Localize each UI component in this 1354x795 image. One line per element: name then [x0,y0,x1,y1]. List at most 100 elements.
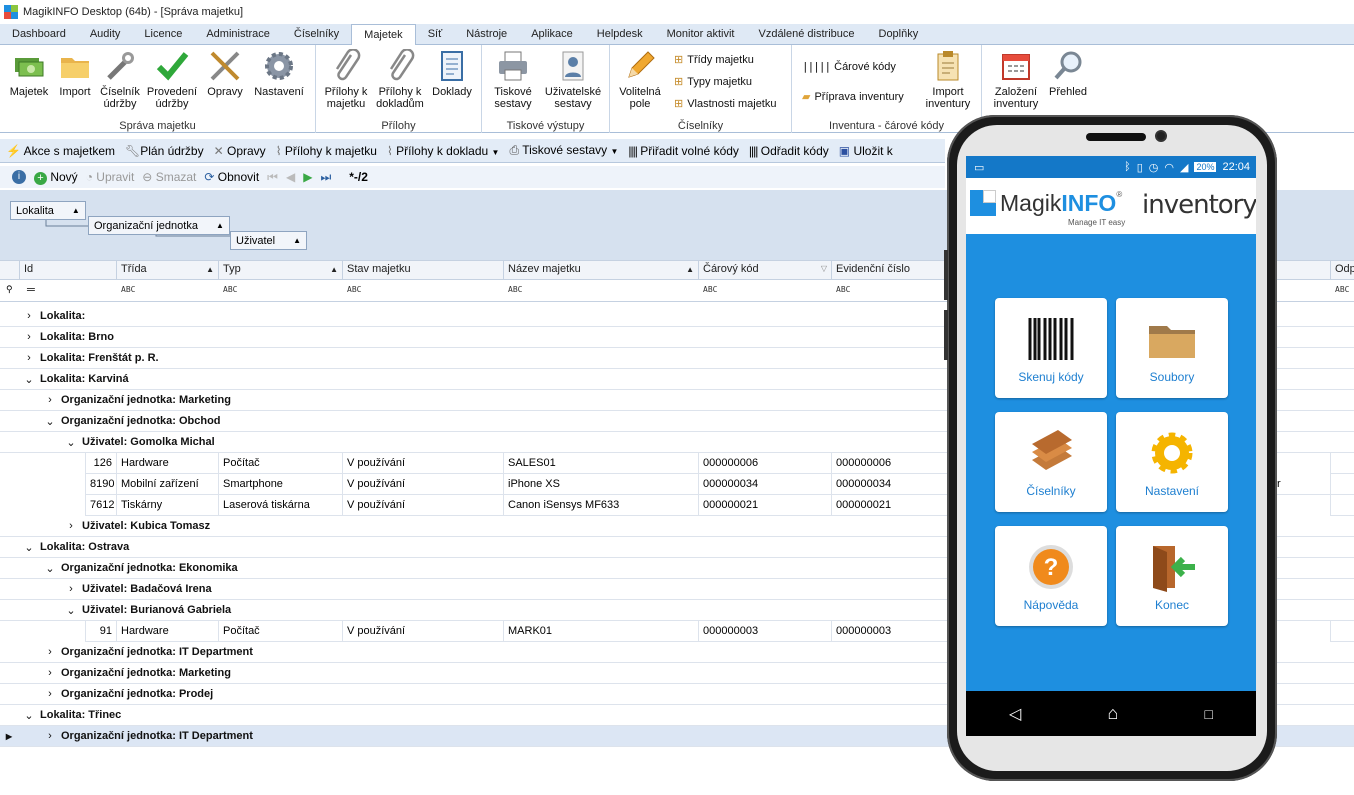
volitelna-pole-button[interactable]: Volitelná pole [616,49,664,110]
last-record-button[interactable]: ⏭ [320,170,331,185]
tab-licence[interactable]: Licence [132,24,194,45]
expand-icon[interactable]: › [43,688,57,700]
priprava-inventury-button[interactable]: ▰ Příprava inventury [802,90,904,104]
collapse-icon[interactable]: ⌄ [64,436,78,449]
filter-typ[interactable]: ABC [223,285,237,294]
new-button[interactable]: + Nový [34,170,78,185]
odradit-kody-button[interactable]: |||| Odřadit kódy [749,144,829,158]
column-header-nazev[interactable]: Název majetku ▲ [503,261,698,280]
tab-monitor-aktivit[interactable]: Monitor aktivit [655,24,747,45]
opravy-toolbar-button[interactable]: ✕ Opravy [214,144,266,158]
recent-apps-icon[interactable]: □ [1204,706,1212,722]
carove-kody-button[interactable]: ||||| Čárové kódy [802,60,896,73]
column-header-stav[interactable]: Stav majetku [342,261,503,280]
info-icon[interactable]: i [12,170,26,184]
tab-aplikace[interactable]: Aplikace [519,24,585,45]
group-chip-uzivatel[interactable]: Uživatel ▲ [230,231,308,250]
vlastnosti-majetku-button[interactable]: ⊞ Vlastnosti majetku [674,97,776,111]
collapse-icon[interactable]: ⌄ [64,604,78,617]
column-header-odp[interactable]: Odp [1330,261,1354,280]
opravy-button[interactable]: Opravy [203,49,247,98]
tab-ciselniky[interactable]: Číselníky [282,24,351,45]
uzivatelske-sestavy-button[interactable]: Uživatelské sestavy [542,49,604,110]
prilohy-k-dokladum-button[interactable]: Přílohy k dokladům [374,48,426,110]
prev-record-button[interactable]: ◀ [286,170,295,184]
filter-id[interactable]: ═ [27,284,35,296]
prehled-button[interactable]: Přehled [1046,49,1090,98]
filter-carovy-kod[interactable]: ABC [703,285,717,294]
tile-skenuj-kody[interactable]: Skenuj kódy [995,298,1107,398]
ciselnik-udrzby-button[interactable]: Číselník údržby [97,49,143,110]
plan-udrzby-button[interactable]: 🔧︎Plán údržby [125,144,204,158]
column-header-carovy-kod[interactable]: Čárový kód ▽ [698,261,831,280]
edit-button[interactable]: ◔ Upravit [86,170,135,184]
tile-nastaveni[interactable]: Nastavení [1116,412,1228,512]
refresh-button[interactable]: ⟳ Obnovit [204,170,259,184]
brand-tagline: Manage IT easy [1068,218,1126,227]
tab-administrace[interactable]: Administrace [194,24,282,45]
delete-button[interactable]: ⊖ Smazat [142,170,196,184]
home-icon[interactable]: ⌂ [1107,703,1118,724]
tab-vzdalene-distribuce[interactable]: Vzdálené distribuce [746,24,866,45]
column-header-id[interactable]: Id [19,261,116,280]
tile-konec[interactable]: Konec [1116,526,1228,626]
import-button[interactable]: Import [54,49,96,98]
tile-soubory[interactable]: Soubory [1116,298,1228,398]
tools-icon: ✕ [213,143,224,158]
filter-odp[interactable]: ABC [1335,285,1349,294]
typy-majetku-button[interactable]: ⊞ Typy majetku [674,75,752,89]
priradit-volne-kody-button[interactable]: |||| Přiřadit volné kódy [628,144,739,158]
expand-icon[interactable]: › [22,331,36,343]
prilohy-k-majetku-button[interactable]: Přílohy k majetku [322,48,370,110]
majetek-button[interactable]: Majetek [6,49,52,98]
filter-trida[interactable]: ABC [121,285,135,294]
tile-ciselniky[interactable]: Číselníky [995,412,1107,512]
group-chip-lokalita[interactable]: Lokalita ▲ [10,201,86,220]
expand-icon[interactable]: › [43,667,57,679]
cell-stav: V používání [342,474,503,495]
column-header-typ[interactable]: Typ ▲ [218,261,342,280]
prilohy-k-dokladu-toolbar-button[interactable]: ⌇ Přílohy k dokladu ▼ [387,144,500,158]
tab-audity[interactable]: Audity [78,24,133,45]
collapse-icon[interactable]: ⌄ [22,709,36,722]
expand-icon[interactable]: › [22,352,36,364]
doklady-button[interactable]: Doklady [430,49,474,98]
filter-stav[interactable]: ABC [347,285,361,294]
tile-napoveda[interactable]: ? Nápověda [995,526,1107,626]
tab-majetek[interactable]: Majetek [351,24,416,46]
filter-evidencni-cislo[interactable]: ABC [836,285,850,294]
collapse-icon[interactable]: ⌄ [43,562,57,575]
tridy-majetku-button[interactable]: ⊞ Třídy majetku [674,53,754,67]
back-icon[interactable]: ◁ [1009,704,1021,724]
collapse-icon[interactable]: ⌄ [22,541,36,554]
first-record-button[interactable]: ⏮ [267,170,278,185]
nastaveni-button[interactable]: Nastavení [252,49,306,98]
collapse-icon[interactable]: ⌄ [43,415,57,428]
tab-doplnky[interactable]: Doplňky [867,24,931,45]
expand-icon[interactable]: › [64,520,78,532]
ulozit-button[interactable]: ▣ Uložit k [839,144,893,158]
column-header-evidencni-cislo[interactable]: Evidenční číslo [831,261,951,280]
filter-nazev[interactable]: ABC [508,285,522,294]
provedeni-udrzby-button[interactable]: Provedení údržby [145,49,199,110]
expand-icon[interactable]: › [64,583,78,595]
group-chip-organizacni-jednotka[interactable]: Organizační jednotka ▲ [88,216,230,235]
tab-helpdesk[interactable]: Helpdesk [585,24,655,45]
collapse-icon[interactable]: ⌄ [22,373,36,386]
next-record-button[interactable]: ▶ [303,170,312,184]
tiskove-sestavy-toolbar-button[interactable]: ⎙ Tiskové sestavy ▼ [509,143,618,158]
expand-icon[interactable]: › [43,394,57,406]
zalozeni-inventury-button[interactable]: Založení inventury [990,49,1042,110]
expand-icon[interactable]: › [43,730,57,742]
import-inventury-button[interactable]: Import inventury [920,49,976,110]
tab-dashboard[interactable]: Dashboard [0,24,78,45]
akce-s-majetkem-button[interactable]: ⚡ Akce s majetkem [6,144,115,158]
expand-icon[interactable]: › [43,646,57,658]
tiskove-sestavy-button[interactable]: Tiskové sestavy [488,49,538,110]
tab-sit[interactable]: Síť [416,24,455,45]
column-header-trida[interactable]: Třída ▲ [116,261,218,280]
expand-icon[interactable]: › [22,310,36,322]
notification-icon: ▭ [974,161,985,174]
tab-nastroje[interactable]: Nástroje [454,24,519,45]
prilohy-k-majetku-toolbar-button[interactable]: ⌇ Přílohy k majetku [276,144,377,158]
